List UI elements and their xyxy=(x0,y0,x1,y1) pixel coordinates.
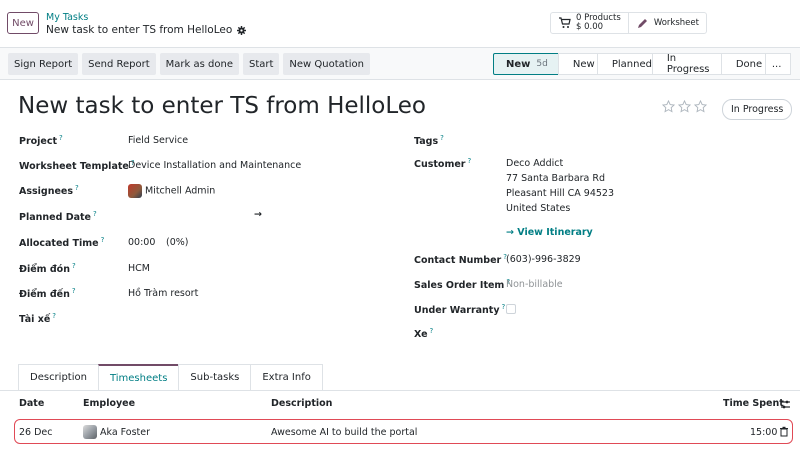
view-itinerary-link[interactable]: → View Itinerary xyxy=(506,227,593,238)
tab-description[interactable]: Description xyxy=(18,364,99,390)
worksheet-smart-button[interactable]: Worksheet xyxy=(627,13,706,33)
vehicle-label: Xe? xyxy=(414,327,434,341)
sales-order-item-label: Sales Order Item? xyxy=(414,278,511,292)
breadcrumb-my-tasks[interactable]: My Tasks xyxy=(46,12,88,23)
destination-field[interactable]: Hồ Tràm resort xyxy=(128,288,198,299)
arrow-right-icon: → xyxy=(254,209,262,220)
stage-duration-badge: 5d xyxy=(536,59,548,69)
new-button[interactable]: New xyxy=(7,12,39,34)
stage-pipeline: New 5d New Planned In Progress Done ... xyxy=(493,53,791,75)
planned-date-label: Planned Date? xyxy=(19,210,97,224)
breadcrumb-current: New task to enter TS from HelloLeo xyxy=(46,24,247,36)
worksheet-template-field[interactable]: Device Installation and Maintenance xyxy=(128,160,301,171)
action-buttons: Sign Report Send Report Mark as done Sta… xyxy=(8,53,370,75)
row-employee-name: Aka Foster xyxy=(100,426,151,438)
column-settings-icon[interactable] xyxy=(780,399,791,410)
allocated-time-field[interactable]: 00:00 xyxy=(128,237,155,248)
row-employee[interactable]: Aka Foster xyxy=(83,425,150,439)
stage-current-label: New xyxy=(506,58,531,70)
destination-label: Điểm đến? xyxy=(19,287,76,301)
status-bar: Sign Report Send Report Mark as done Sta… xyxy=(0,48,800,80)
start-button[interactable]: Start xyxy=(242,53,280,75)
notebook-tabs: Description Timesheets Sub-tasks Extra I… xyxy=(18,364,323,390)
breadcrumb-current-label: New task to enter TS from HelloLeo xyxy=(46,24,233,36)
row-date[interactable]: 26 Dec xyxy=(19,427,53,438)
customer-label: Customer? xyxy=(414,157,472,171)
tab-sub-tasks[interactable]: Sub-tasks xyxy=(178,364,252,390)
table-row[interactable]: 26 Dec Aka Foster Awesome AI to build th… xyxy=(14,419,793,444)
tags-label: Tags? xyxy=(414,134,444,148)
products-smart-button[interactable]: 0 Products $ 0.00 xyxy=(551,13,628,33)
star-icon[interactable] xyxy=(662,100,675,113)
worksheet-template-label: Worksheet Template? xyxy=(19,159,135,173)
contact-number-label: Contact Number? xyxy=(414,253,507,267)
column-time-spent[interactable]: Time Spent xyxy=(723,398,784,409)
new-quotation-button[interactable]: New Quotation xyxy=(283,53,370,75)
under-warranty-label: Under Warranty? xyxy=(414,303,506,317)
priority-stars xyxy=(662,100,707,113)
state-badge[interactable]: In Progress xyxy=(722,99,793,120)
assignee-name: Mitchell Admin xyxy=(145,185,216,197)
table-header: Date Employee Description Time Spent xyxy=(0,394,800,414)
stage-new[interactable]: New xyxy=(557,53,598,75)
smart-buttons: 0 Products $ 0.00 Worksheet xyxy=(550,12,707,34)
star-icon[interactable] xyxy=(694,100,707,113)
task-title[interactable]: New task to enter TS from HelloLeo xyxy=(18,93,426,119)
cart-icon xyxy=(559,17,571,28)
stage-in-progress[interactable]: In Progress xyxy=(651,53,722,75)
customer-street: 77 Santa Barbara Rd xyxy=(506,173,606,184)
star-icon[interactable] xyxy=(678,100,691,113)
stage-planned[interactable]: Planned xyxy=(596,53,653,75)
column-employee[interactable]: Employee xyxy=(83,398,135,409)
pencil-icon xyxy=(637,18,647,28)
pickup-label: Điểm đón? xyxy=(19,262,76,276)
row-description[interactable]: Awesome AI to build the portal xyxy=(271,427,417,438)
tab-extra-info[interactable]: Extra Info xyxy=(250,364,323,390)
project-field[interactable]: Field Service xyxy=(128,135,188,146)
avatar xyxy=(83,425,97,439)
stage-current[interactable]: New 5d xyxy=(493,53,559,75)
mark-as-done-button[interactable]: Mark as done xyxy=(159,53,239,75)
project-label: Project? xyxy=(19,134,63,148)
worksheet-label: Worksheet xyxy=(653,18,699,28)
products-amount: $ 0.00 xyxy=(576,22,604,32)
customer-name[interactable]: Deco Addict xyxy=(506,158,563,169)
sign-report-button[interactable]: Sign Report xyxy=(8,53,79,75)
control-panel: New My Tasks New task to enter TS from H… xyxy=(0,0,800,48)
stage-done[interactable]: Done xyxy=(720,53,766,75)
customer-city: Pleasant Hill CA 94523 xyxy=(506,188,615,199)
trash-icon[interactable] xyxy=(779,426,789,437)
column-description[interactable]: Description xyxy=(271,398,332,409)
contact-number-field[interactable]: (603)-996-3829 xyxy=(506,254,581,265)
column-date[interactable]: Date xyxy=(19,398,44,409)
row-time-spent[interactable]: 15:00 xyxy=(750,427,777,438)
assignees-label: Assignees? xyxy=(19,184,79,198)
tabs-divider xyxy=(0,390,800,391)
tab-timesheets[interactable]: Timesheets xyxy=(97,364,180,390)
driver-label: Tài xế? xyxy=(19,312,56,326)
avatar xyxy=(128,184,142,198)
allocated-time-label: Allocated Time? xyxy=(19,236,105,250)
sales-order-item-field[interactable]: Non-billable xyxy=(506,279,563,290)
stage-more[interactable]: ... xyxy=(764,53,791,75)
pickup-field[interactable]: HCM xyxy=(128,263,150,274)
allocated-time-percent: (0%) xyxy=(166,237,189,248)
assignees-field[interactable]: Mitchell Admin xyxy=(128,184,215,198)
under-warranty-checkbox[interactable] xyxy=(506,304,516,314)
customer-country: United States xyxy=(506,203,571,214)
send-report-button[interactable]: Send Report xyxy=(82,53,156,75)
gear-icon[interactable] xyxy=(237,25,247,35)
